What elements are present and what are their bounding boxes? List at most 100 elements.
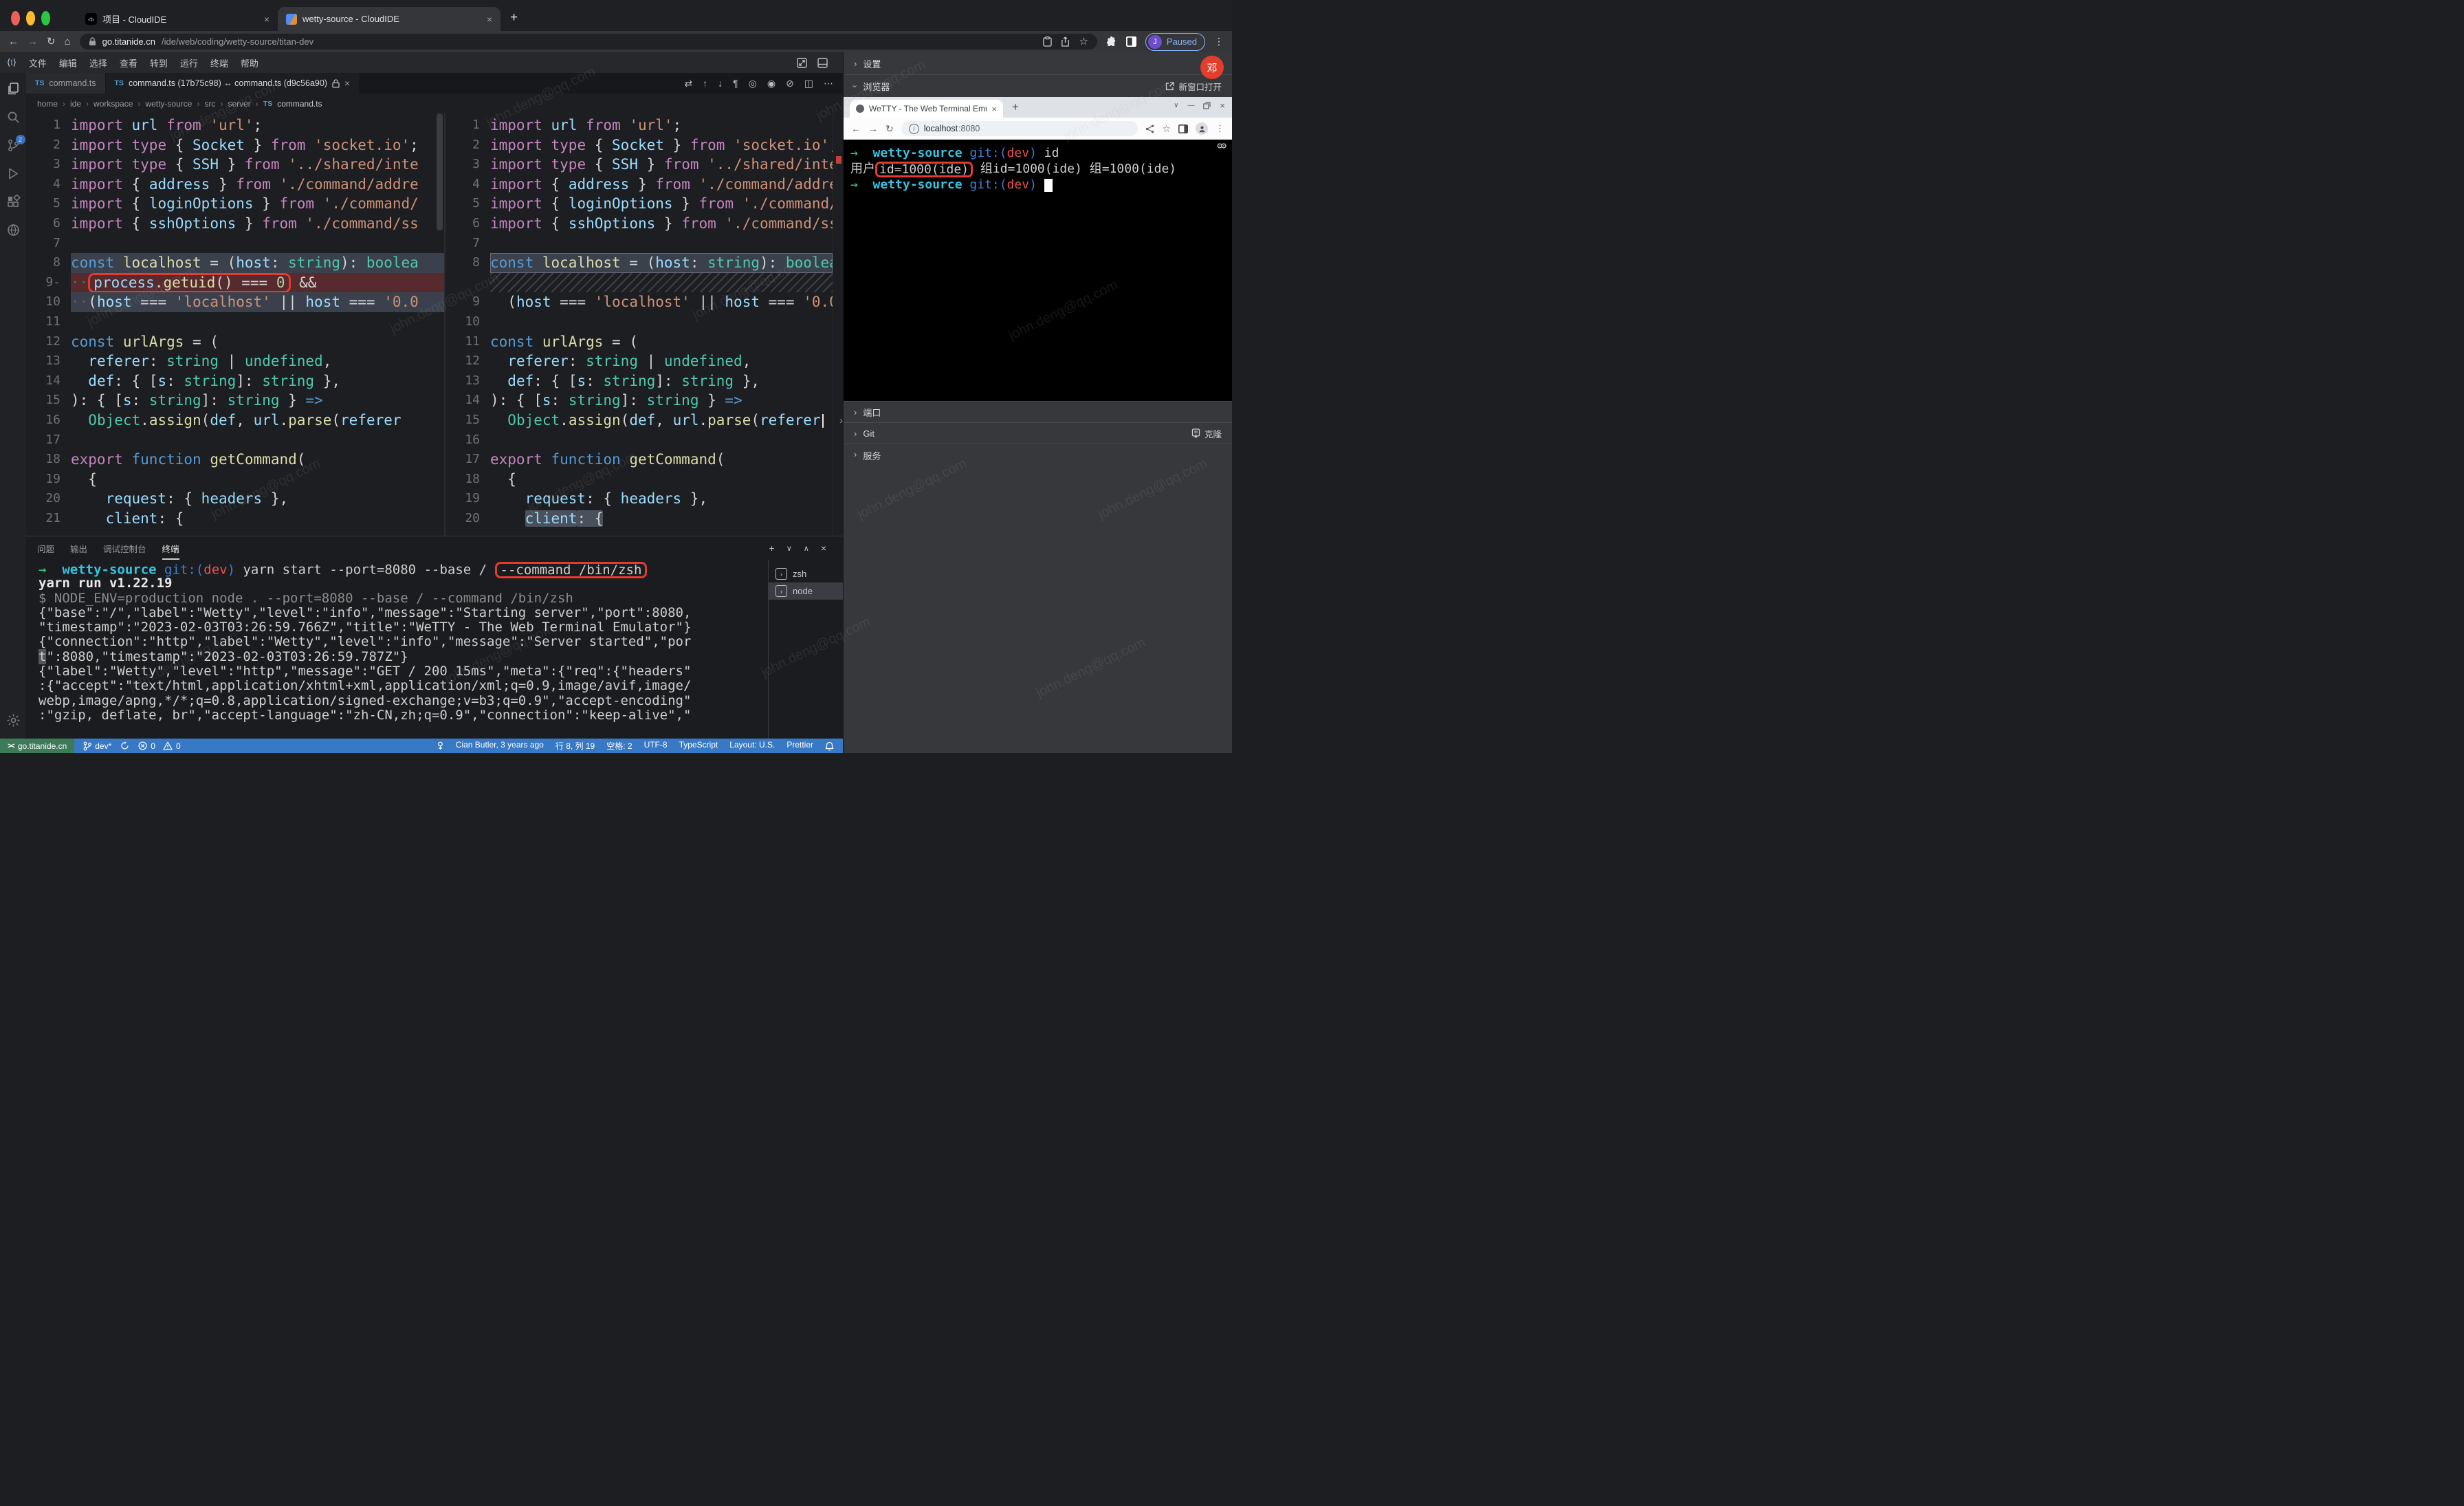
bookmark-star-icon[interactable]: ☆ xyxy=(1079,36,1088,47)
open-new-window-button[interactable]: 新窗口打开 xyxy=(1165,80,1222,93)
diff-pane-original[interactable]: 1import url from 'url';2import type { So… xyxy=(26,113,446,536)
restore-icon[interactable] xyxy=(1203,102,1211,109)
status-item[interactable]: TypeScript xyxy=(679,740,718,752)
browser-tab-wetty-source[interactable]: wetty-source - CloudIDE × xyxy=(278,7,500,31)
info-icon[interactable]: i xyxy=(909,124,919,134)
new-tab-button[interactable]: + xyxy=(510,10,518,25)
back-icon[interactable]: ← xyxy=(8,36,19,47)
panel-tab-终端[interactable]: 终端 xyxy=(162,536,179,560)
toggle-layout-icon[interactable] xyxy=(797,58,807,68)
sidebar-toggle-icon[interactable] xyxy=(1126,36,1136,47)
new-terminal-icon[interactable]: + xyxy=(769,543,775,554)
menu-item-查看[interactable]: 查看 xyxy=(113,54,144,72)
breadcrumb-item[interactable]: ide xyxy=(70,99,81,109)
clipboard-icon[interactable] xyxy=(1043,36,1052,47)
embed-tab-wetty[interactable]: WeTTY - The Web Terminal Emulator × xyxy=(850,100,1003,118)
embed-menu-icon[interactable]: ⋮ xyxy=(1216,123,1224,134)
forward-icon[interactable]: → xyxy=(28,36,38,47)
terminal-output[interactable]: → wetty-source git:(dev) yarn start --po… xyxy=(26,560,768,739)
settings-section-header[interactable]: › 设置 xyxy=(844,52,1232,75)
bookmark-star-icon[interactable]: ☆ xyxy=(1162,123,1171,135)
embed-new-tab-icon[interactable]: + xyxy=(1012,100,1019,114)
status-item[interactable]: Cian Butler, 3 years ago xyxy=(456,740,544,752)
source-control-icon[interactable]: 2 xyxy=(6,138,21,153)
tab-search-chevron-icon[interactable]: ∨ xyxy=(1174,102,1178,109)
user-avatar[interactable]: 邓 xyxy=(1200,56,1224,79)
share-icon[interactable] xyxy=(1061,36,1070,47)
diff-pane-modified[interactable]: 1import url from 'url';2import type { So… xyxy=(446,113,833,536)
editor-tab-command-ts[interactable]: TS command.ts xyxy=(26,73,106,94)
close-tab-icon[interactable]: × xyxy=(991,104,997,114)
zoom-window-button[interactable] xyxy=(41,11,50,25)
extensions-icon[interactable] xyxy=(6,195,21,209)
next-change-icon[interactable]: ↓ xyxy=(718,78,723,89)
prev-change-icon[interactable]: ↑ xyxy=(703,78,707,89)
reload-icon[interactable]: ↻ xyxy=(47,36,56,47)
terminal-instance-node[interactable]: ›node xyxy=(769,582,843,600)
wetty-terminal[interactable]: → wetty-source git:(dev) id用户id=1000(ide… xyxy=(844,140,1232,401)
share-icon[interactable] xyxy=(1145,124,1154,133)
panel-tab-问题[interactable]: 问题 xyxy=(37,536,54,560)
reload-icon[interactable]: ↻ xyxy=(886,123,894,135)
database-icon[interactable] xyxy=(6,223,21,237)
embed-address-bar[interactable]: i localhost:8080 xyxy=(901,121,1138,136)
home-icon[interactable]: ⌂ xyxy=(65,36,71,47)
settings-gear-icon[interactable] xyxy=(6,713,21,728)
address-bar[interactable]: go.titanide.cn /ide/web/coding/wetty-sou… xyxy=(80,34,1097,50)
git-section-header[interactable]: › Git 克隆 xyxy=(844,422,1232,444)
menu-item-转到[interactable]: 转到 xyxy=(144,54,174,72)
browser-section-header[interactable]: › 浏览器 新窗口打开 xyxy=(844,75,1232,97)
close-panel-icon[interactable]: × xyxy=(821,543,826,554)
profile-avatar-icon[interactable] xyxy=(1196,122,1208,135)
extensions-puzzle-icon[interactable] xyxy=(1106,36,1117,47)
overview-ruler[interactable] xyxy=(833,113,843,536)
breadcrumb-item[interactable]: src xyxy=(204,99,215,109)
services-section-header[interactable]: › 服务 xyxy=(844,444,1232,753)
explorer-files-icon[interactable] xyxy=(6,82,21,96)
wetty-settings-gears-icon[interactable]: ⚙⚙ xyxy=(1217,141,1225,151)
compare-icon[interactable]: ◉ xyxy=(767,78,776,89)
split-editor-icon[interactable]: ◫ xyxy=(804,78,813,89)
terminal-dropdown-icon[interactable]: ∨ xyxy=(786,544,792,553)
browser-menu-icon[interactable]: ⋮ xyxy=(1214,36,1224,47)
ports-section-header[interactable]: › 端口 xyxy=(844,401,1232,422)
inline-view-icon[interactable]: ◎ xyxy=(749,78,757,89)
breadcrumb-file[interactable]: command.ts xyxy=(277,99,322,109)
notifications-bell-icon[interactable] xyxy=(825,741,834,751)
left-scrollbar-thumb[interactable] xyxy=(437,113,443,230)
editor-tab-diff[interactable]: TS command.ts (17b75c98) ↔ command.ts (d… xyxy=(106,73,360,94)
sync-changes-item[interactable] xyxy=(120,741,129,750)
profile-chip[interactable]: J Paused xyxy=(1145,33,1205,51)
remote-indicator[interactable]: >< go.titanide.cn xyxy=(0,739,74,753)
open-changes-icon[interactable]: ⇄ xyxy=(684,78,692,89)
status-item[interactable]: Prettier xyxy=(786,740,813,752)
clone-button[interactable]: 克隆 xyxy=(1191,427,1222,440)
close-window-button[interactable] xyxy=(11,11,20,25)
forward-icon[interactable]: → xyxy=(868,123,878,134)
panel-restore-chevron[interactable]: › xyxy=(839,415,843,426)
status-item[interactable]: 行 8, 列 19 xyxy=(556,740,595,752)
terminal-instance-zsh[interactable]: ›zsh xyxy=(769,565,843,582)
breadcrumb-item[interactable]: workspace xyxy=(94,99,133,109)
close-tab-icon[interactable]: × xyxy=(344,78,350,89)
git-branch-item[interactable]: dev* xyxy=(83,741,111,751)
browser-tab-project[interactable]: ‹t› 项目 - CloudIDE × xyxy=(77,7,278,31)
panel-tab-调试控制台[interactable]: 调试控制台 xyxy=(103,536,146,560)
back-icon[interactable]: ← xyxy=(851,123,861,134)
breadcrumb-item[interactable]: server xyxy=(228,99,250,109)
run-debug-icon[interactable] xyxy=(6,166,21,181)
status-item[interactable]: Layout: U.S. xyxy=(729,740,775,752)
more-actions-icon[interactable]: ⋯ xyxy=(824,78,833,89)
whitespace-icon[interactable]: ¶ xyxy=(733,78,738,89)
ignore-trim-icon[interactable]: ⊘ xyxy=(786,78,794,89)
breadcrumb-item[interactable]: wetty-source xyxy=(145,99,192,109)
menu-item-终端[interactable]: 终端 xyxy=(204,54,234,72)
status-item[interactable]: 空格: 2 xyxy=(606,740,632,752)
menu-item-帮助[interactable]: 帮助 xyxy=(234,54,265,72)
status-item[interactable]: UTF-8 xyxy=(644,740,668,752)
close-tab-icon[interactable]: × xyxy=(487,14,492,25)
close-tab-icon[interactable]: × xyxy=(264,14,270,25)
menu-item-运行[interactable]: 运行 xyxy=(174,54,204,72)
search-icon[interactable] xyxy=(6,110,21,124)
minimize-icon[interactable]: — xyxy=(1187,102,1194,109)
